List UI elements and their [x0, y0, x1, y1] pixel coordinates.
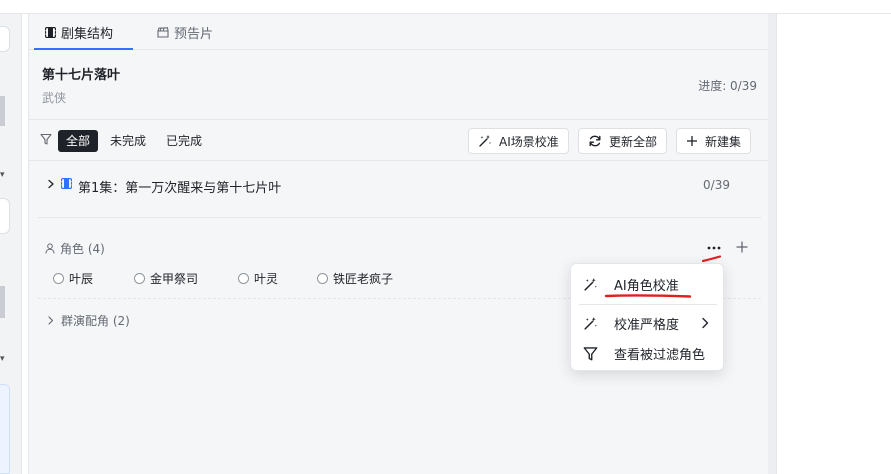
radio-icon[interactable]: [53, 273, 64, 284]
role-item[interactable]: 叶灵: [238, 270, 278, 287]
magic-wand-icon: [584, 277, 597, 291]
radio-icon[interactable]: [134, 273, 145, 284]
group-label: 群演配角 (2): [61, 314, 130, 328]
role-name: 叶辰: [69, 272, 94, 286]
project-info: 第十七片落叶 武侠: [42, 64, 120, 106]
menu-item-view-filtered-roles[interactable]: 查看被过滤角色: [571, 338, 725, 368]
sidebar-card-edge[interactable]: [0, 198, 10, 234]
chevron-down-icon[interactable]: ▾: [0, 170, 5, 180]
magic-wand-icon: [584, 316, 597, 330]
role-name: 叶灵: [254, 272, 279, 286]
chevron-down-icon[interactable]: ▾: [0, 354, 5, 364]
chevron-right-icon: [48, 316, 54, 325]
episode-row[interactable]: 第1集：第一万次醒来与第十七片叶 0/39: [29, 161, 769, 211]
role-name: 铁匠老疯子: [333, 272, 394, 286]
divider: [38, 217, 761, 218]
filter-incomplete[interactable]: 未完成: [102, 130, 154, 152]
progress-text: 进度: 0/39: [698, 79, 757, 93]
person-icon: [45, 243, 55, 254]
filter-complete[interactable]: 已完成: [158, 130, 210, 152]
right-panel: [776, 14, 891, 474]
project-title: 第十七片落叶: [42, 68, 121, 83]
magic-wand-icon: [479, 135, 491, 147]
episode-structure-panel: 剧集结构 预告片 第十七片落叶 武侠 进度: 0/39 全部 未完成 已完成 A…: [28, 14, 769, 474]
button-label: 新建集: [705, 134, 742, 149]
ai-scene-calibrate-button[interactable]: AI场景校准: [468, 128, 569, 154]
film-icon: [45, 26, 56, 38]
group-extras-row[interactable]: 群演配角 (2): [47, 312, 130, 329]
button-label: 更新全部: [609, 134, 658, 149]
tab-episode-structure[interactable]: 剧集结构: [45, 14, 113, 50]
tab-trailer[interactable]: 预告片: [157, 14, 213, 50]
tab-label: 预告片: [174, 26, 214, 42]
episode-name: 第1集：第一万次醒来与第十七片叶: [78, 181, 282, 196]
chevron-right-icon[interactable]: [47, 179, 55, 189]
refresh-icon: [589, 135, 601, 147]
filter-icon: [40, 133, 52, 145]
filter-icon: [583, 346, 598, 360]
filter-toolbar: 全部 未完成 已完成 AI场景校准 更新全部 新建集: [29, 119, 769, 161]
chevron-right-icon: [702, 317, 709, 329]
annotation-underline: [604, 294, 692, 298]
radio-icon[interactable]: [238, 273, 249, 284]
clapper-icon: [157, 26, 169, 38]
panel-separator: [768, 14, 776, 474]
film-icon: [61, 178, 72, 189]
episode-count: 0/39: [703, 178, 730, 192]
plus-icon: [687, 136, 697, 146]
menu-divider: [579, 304, 717, 305]
role-name: 金甲祭司: [150, 272, 199, 286]
role-options-menu: AI角色校准 校准严格度 查看被过滤角色: [570, 263, 724, 371]
tab-label: 剧集结构: [61, 26, 114, 42]
menu-item-label: AI角色校准: [614, 278, 679, 294]
role-item[interactable]: 叶辰: [53, 270, 93, 287]
top-bar: [0, 0, 891, 14]
sidebar-selected-card-edge[interactable]: [0, 384, 10, 474]
add-role-icon[interactable]: [734, 239, 750, 255]
roles-header: 角色 (4): [45, 240, 105, 257]
radio-icon[interactable]: [317, 273, 328, 284]
sidebar-card-edge[interactable]: [0, 26, 10, 52]
role-item[interactable]: 铁匠老疯子: [317, 270, 393, 287]
role-item[interactable]: 金甲祭司: [134, 270, 198, 287]
new-episode-button[interactable]: 新建集: [676, 128, 752, 154]
left-sidebar-edge: ▾ ▾: [0, 14, 22, 474]
roles-header-label: 角色 (4): [60, 242, 105, 256]
menu-item-label: 查看被过滤角色: [614, 347, 706, 363]
menu-item-label: 校准严格度: [614, 317, 680, 333]
sidebar-thumb-edge: [0, 286, 5, 318]
sidebar-thumb-edge: [0, 96, 5, 126]
project-genre: 武侠: [42, 91, 67, 105]
button-label: AI场景校准: [499, 134, 559, 149]
refresh-all-button[interactable]: 更新全部: [578, 128, 668, 154]
filter-all[interactable]: 全部: [58, 130, 99, 152]
active-tab-indicator: [34, 48, 133, 50]
tab-bar: 剧集结构 预告片: [29, 14, 769, 50]
menu-item-calibration-strictness[interactable]: 校准严格度: [571, 308, 725, 338]
